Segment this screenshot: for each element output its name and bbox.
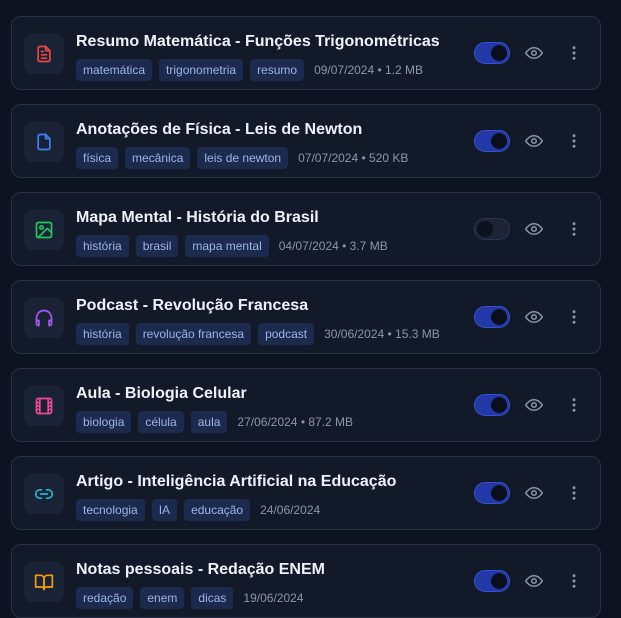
file-title: Mapa Mental - História do Brasil [76,209,319,226]
file-title: Anotações de Física - Leis de Newton [76,121,363,138]
eye-icon[interactable] [525,396,543,414]
eye-icon[interactable] [525,308,543,326]
file-card[interactable]: Podcast - Revolução Francesa história re… [11,280,601,354]
headphones-icon [24,298,64,338]
visibility-toggle[interactable] [474,218,510,240]
document-text-icon [24,34,64,74]
file-info: 24/06/2024 [260,503,321,517]
book-open-icon [24,562,64,602]
document-icon [24,122,64,162]
eye-icon[interactable] [525,220,543,238]
file-card[interactable]: Anotações de Física - Leis de Newton fís… [11,104,601,178]
file-info: 19/06/2024 [243,591,304,605]
file-title: Resumo Matemática - Funções Trigonométri… [76,33,440,50]
file-title: Notas pessoais - Redação ENEM [76,561,325,578]
tag[interactable]: revolução francesa [135,323,252,345]
file-meta: matemática trigonometria resumo 09/07/20… [76,59,423,81]
tag[interactable]: mapa mental [185,235,269,257]
tag[interactable]: matemática [76,59,153,81]
tag[interactable]: podcast [258,323,315,345]
more-vertical-icon[interactable] [565,308,583,326]
visibility-toggle[interactable] [474,482,510,504]
more-vertical-icon[interactable] [565,572,583,590]
visibility-toggle[interactable] [474,130,510,152]
tag[interactable]: brasil [135,235,179,257]
file-title: Aula - Biologia Celular [76,385,247,402]
tag[interactable]: história [76,235,129,257]
visibility-toggle[interactable] [474,394,510,416]
file-meta: biologia célula aula 27/06/2024 • 87.2 M… [76,411,353,433]
file-card[interactable]: Artigo - Inteligência Artificial na Educ… [11,456,601,530]
image-icon [24,210,64,250]
tag[interactable]: biologia [76,411,132,433]
eye-icon[interactable] [525,484,543,502]
tag[interactable]: tecnologia [76,499,145,521]
toggle-knob [491,397,507,413]
toggle-knob [491,45,507,61]
toggle-knob [477,221,493,237]
tag[interactable]: mecânica [125,147,191,169]
more-vertical-icon[interactable] [565,44,583,62]
file-info: 09/07/2024 • 1.2 MB [314,63,424,77]
file-title: Artigo - Inteligência Artificial na Educ… [76,473,397,490]
tag[interactable]: aula [190,411,228,433]
link-icon [24,474,64,514]
file-info: 27/06/2024 • 87.2 MB [237,415,354,429]
visibility-toggle[interactable] [474,306,510,328]
file-meta: história revolução francesa podcast 30/0… [76,323,440,345]
visibility-toggle[interactable] [474,42,510,64]
film-icon [24,386,64,426]
eye-icon[interactable] [525,572,543,590]
toggle-knob [491,573,507,589]
more-vertical-icon[interactable] [565,484,583,502]
toggle-knob [491,485,507,501]
tag[interactable]: trigonometria [159,59,244,81]
file-meta: tecnologia IA educação 24/06/2024 [76,499,320,521]
file-title: Podcast - Revolução Francesa [76,297,309,314]
eye-icon[interactable] [525,44,543,62]
more-vertical-icon[interactable] [565,132,583,150]
file-card[interactable]: Notas pessoais - Redação ENEM redação en… [11,544,601,618]
tag[interactable]: célula [138,411,184,433]
tag[interactable]: educação [184,499,251,521]
file-card[interactable]: Resumo Matemática - Funções Trigonométri… [11,16,601,90]
file-meta: história brasil mapa mental 04/07/2024 •… [76,235,388,257]
file-card[interactable]: Mapa Mental - História do Brasil históri… [11,192,601,266]
tag[interactable]: física [76,147,119,169]
visibility-toggle[interactable] [474,570,510,592]
tag[interactable]: IA [151,499,178,521]
file-list: Resumo Matemática - Funções Trigonométri… [0,0,621,618]
tag[interactable]: resumo [250,59,305,81]
file-info: 04/07/2024 • 3.7 MB [278,239,388,253]
toggle-knob [491,133,507,149]
more-vertical-icon[interactable] [565,220,583,238]
eye-icon[interactable] [525,132,543,150]
file-info: 30/06/2024 • 15.3 MB [324,327,440,341]
tag[interactable]: leis de newton [197,147,289,169]
more-vertical-icon[interactable] [565,396,583,414]
file-card[interactable]: Aula - Biologia Celular biologia célula … [11,368,601,442]
tag[interactable]: história [76,323,129,345]
file-info: 07/07/2024 • 520 KB [298,151,409,165]
file-meta: física mecânica leis de newton 07/07/202… [76,147,408,169]
toggle-knob [491,309,507,325]
